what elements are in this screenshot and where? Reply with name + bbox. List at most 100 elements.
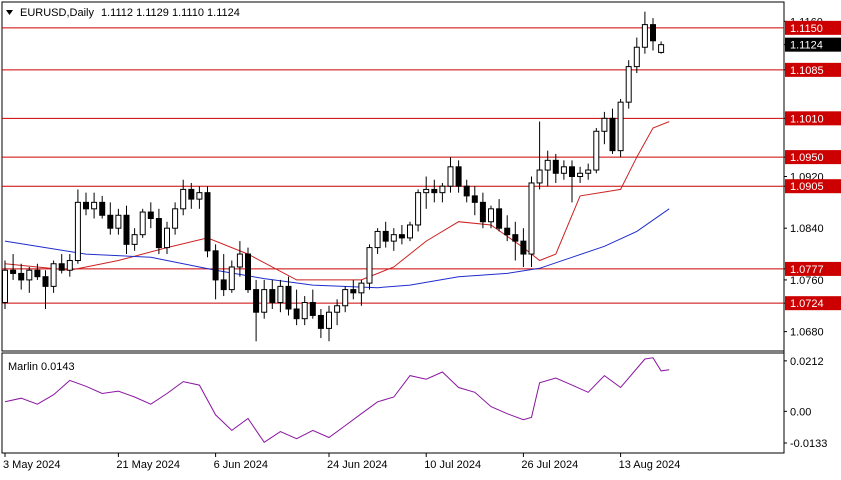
level-badge-label: 1.1085 <box>790 65 824 77</box>
osc-tick-label: 0.0212 <box>790 356 824 368</box>
candle-body <box>358 282 365 294</box>
date-tick-label: 6 Jun 2024 <box>214 459 268 471</box>
candle <box>407 221 413 242</box>
candle-body <box>91 201 98 210</box>
candle-body <box>512 234 519 242</box>
candle-body <box>544 159 551 171</box>
candle-body <box>147 211 154 220</box>
candle-body <box>26 269 33 281</box>
candle-body <box>577 172 584 178</box>
candle-body <box>593 130 600 171</box>
candle-body <box>58 263 65 271</box>
candle-body <box>439 185 446 194</box>
price-tick-label: 1.0840 <box>790 223 824 235</box>
candle-body <box>212 250 219 281</box>
candle-body <box>382 230 389 242</box>
candle-body <box>261 289 268 313</box>
candle-body <box>180 188 187 210</box>
candle-body <box>625 66 632 103</box>
candle-body <box>366 247 373 284</box>
candle-body <box>398 234 405 239</box>
candle-body <box>658 44 665 53</box>
date-axis: 3 May 2024 21 May 2024 6 Jun 2024 24 Jun 20… <box>3 453 680 471</box>
level-labels: 1.11501.10851.10101.09501.09051.07771.07… <box>785 20 841 311</box>
candle <box>245 247 251 293</box>
candle-body <box>552 159 559 174</box>
candle-body <box>74 201 81 262</box>
candle-body <box>188 188 195 200</box>
chart-canvas: 1.11601.11241.10851.10101.09501.09201.09… <box>1 1 841 471</box>
level-badge-label: 1.0905 <box>790 181 824 193</box>
candle-body <box>10 269 17 274</box>
indicator-panel <box>1 352 785 454</box>
level-badge-label: 1.0724 <box>790 298 824 310</box>
candle-body <box>504 227 511 236</box>
level-badge-label: 1.1150 <box>790 23 823 35</box>
date-tick-label: 24 Jun 2024 <box>327 459 388 471</box>
candle <box>617 98 624 158</box>
candle-body <box>139 211 146 236</box>
candle-body <box>18 272 25 281</box>
candle-body <box>269 289 276 304</box>
date-tick-label: 10 Jul 2024 <box>424 459 481 471</box>
candle-body <box>471 195 478 203</box>
date-tick-label: 13 Aug 2024 <box>619 459 681 471</box>
candle-body <box>196 192 203 200</box>
candle-body <box>123 214 130 245</box>
candle-body <box>326 311 332 329</box>
candle-body <box>569 166 575 178</box>
candle-body <box>204 192 211 252</box>
candle <box>366 244 373 290</box>
candle-body <box>650 24 656 42</box>
candle-body <box>350 289 357 294</box>
price-panel <box>1 1 785 352</box>
date-tick-label: 21 May 2024 <box>116 459 180 471</box>
candle-body <box>115 214 122 229</box>
candle-body <box>423 188 430 194</box>
candle-body <box>407 224 413 239</box>
candle-body <box>609 117 616 152</box>
candle-body <box>42 276 49 287</box>
candle-body <box>601 117 608 132</box>
candle-body <box>66 260 73 271</box>
chart-window: 1.11601.11241.10851.10101.09501.09201.09… <box>0 0 841 475</box>
candle-body <box>415 192 422 226</box>
candle-body <box>293 308 300 320</box>
last-price-label: 1.1124 <box>790 40 823 52</box>
candle-body <box>83 201 89 210</box>
candle-body <box>528 182 535 255</box>
candle-body <box>155 218 162 249</box>
date-tick-label: 26 Jul 2024 <box>521 459 578 471</box>
candle-body <box>245 253 251 291</box>
candle <box>204 186 211 258</box>
candle-body <box>301 302 308 320</box>
candle-body <box>617 101 624 152</box>
candle <box>528 176 535 267</box>
level-badge-label: 1.1010 <box>790 113 824 125</box>
osc-tick-label: 0.00 <box>790 406 811 418</box>
candle-body <box>317 314 324 329</box>
candle-body <box>633 46 640 68</box>
level-badge-label: 1.0777 <box>790 264 824 276</box>
candle-body <box>390 234 397 242</box>
candle <box>625 60 632 109</box>
candle-body <box>50 263 57 287</box>
candle-body <box>228 266 235 291</box>
candle-body <box>431 188 438 194</box>
candle-body <box>220 279 227 291</box>
candle-body <box>131 234 138 245</box>
candle-body <box>334 305 341 313</box>
candle-body <box>447 166 454 187</box>
price-tick-label: 1.0680 <box>790 327 824 339</box>
candle-body <box>236 253 243 268</box>
price-tick-label: 1.0760 <box>790 275 824 287</box>
candle-body <box>520 240 527 255</box>
candle-body <box>455 166 462 187</box>
candle-body <box>34 269 41 278</box>
candle <box>593 128 600 174</box>
candle-body <box>285 285 292 310</box>
candle-body <box>496 208 503 229</box>
ohlc-readout: 1.1112 1.1129 1.1110 1.1124 <box>101 7 240 19</box>
date-tick-label: 3 May 2024 <box>3 459 60 471</box>
candle-body <box>488 208 494 223</box>
